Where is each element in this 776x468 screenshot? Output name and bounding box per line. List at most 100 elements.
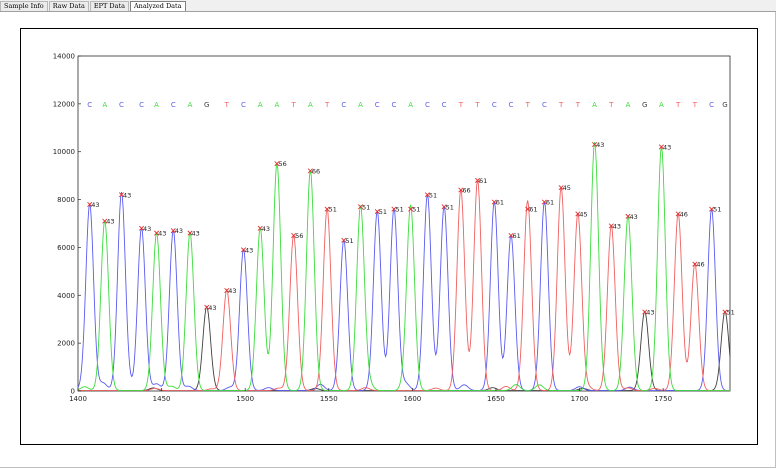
chromatogram-chart: C 43 A 43 C 43 C 43 A 43 C 43 A 43 G 43 T 43 C 43 A 43 A 56 T 56 A… — [53, 53, 735, 404]
quality-label-19: 51 — [412, 206, 420, 214]
quality-label-26: 61 — [529, 206, 537, 214]
base-call-17: C — [375, 101, 380, 109]
base-call-18: C — [392, 101, 397, 109]
base-call-15: C — [341, 101, 346, 109]
base-call-10: A — [258, 101, 263, 109]
base-call-33: G — [642, 101, 647, 109]
base-call-34: A — [659, 101, 664, 109]
base-call-3: C — [139, 101, 144, 109]
base-call-27: C — [542, 101, 547, 109]
quality-label-27: 61 — [546, 198, 554, 206]
x-tick-label-7: 1750 — [654, 395, 672, 403]
tab-ept-data[interactable]: EPT Data — [89, 1, 129, 11]
quality-label-13: 66 — [312, 167, 320, 175]
base-call-13: A — [308, 101, 313, 109]
quality-label-28: 45 — [563, 184, 571, 192]
y-tick-label-7: 14000 — [53, 53, 75, 61]
quality-label-30: 43 — [596, 141, 604, 149]
base-call-38: G — [722, 101, 727, 109]
base-call-8: T — [224, 101, 230, 109]
quality-label-7: 43 — [208, 304, 216, 312]
x-tick-label-3: 1550 — [320, 395, 338, 403]
quality-label-5: 43 — [175, 227, 183, 235]
quality-label-3: 43 — [143, 225, 151, 233]
quality-label-8: 43 — [228, 287, 236, 295]
base-call-2: C — [119, 101, 124, 109]
base-call-25: C — [509, 101, 514, 109]
chart-frame: C 43 A 43 C 43 C 43 A 43 C 43 A 43 G 43 T 43 C 43 A 43 A 56 T 56 A… — [20, 28, 758, 445]
base-call-37: C — [709, 101, 714, 109]
quality-label-0: 43 — [91, 201, 99, 209]
base-call-1: A — [102, 101, 107, 109]
y-tick-label-3: 6000 — [57, 244, 75, 252]
base-call-14: T — [324, 101, 330, 109]
quality-label-29: 45 — [579, 210, 587, 218]
base-call-16: A — [358, 101, 363, 109]
x-tick-label-5: 1650 — [487, 395, 505, 403]
quality-label-6: 43 — [192, 230, 200, 238]
y-tick-label-4: 8000 — [57, 196, 75, 204]
quality-label-20: 51 — [429, 191, 437, 199]
quality-label-32: 43 — [630, 213, 638, 221]
quality-label-10: 43 — [262, 225, 270, 233]
base-call-11: A — [275, 101, 280, 109]
quality-label-2: 43 — [123, 191, 131, 199]
base-call-28: T — [558, 101, 564, 109]
y-tick-label-5: 10000 — [53, 148, 75, 156]
base-call-21: C — [442, 101, 447, 109]
quality-label-36: 46 — [696, 261, 704, 269]
base-call-22: T — [458, 101, 464, 109]
quality-label-4: 43 — [158, 230, 166, 238]
base-call-6: A — [188, 101, 193, 109]
x-tick-label-0: 1400 — [69, 395, 87, 403]
tab-analyzed-data[interactable]: Analyzed Data — [129, 1, 186, 11]
quality-label-1: 43 — [106, 218, 114, 226]
y-tick-label-6: 12000 — [53, 100, 75, 108]
tab-sample-info[interactable]: Sample Info — [0, 1, 48, 11]
base-call-32: A — [626, 101, 631, 109]
base-call-35: T — [675, 101, 681, 109]
base-call-23: T — [474, 101, 480, 109]
quality-label-14: 51 — [329, 206, 337, 214]
base-call-36: T — [692, 101, 698, 109]
analyzed-data-panel: C 43 A 43 C 43 C 43 A 43 C 43 A 43 G 43 T 43 C 43 A 43 A 56 T 56 A… — [0, 12, 776, 468]
base-call-7: G — [204, 101, 209, 109]
quality-label-37: 51 — [713, 206, 721, 214]
base-call-5: C — [171, 101, 176, 109]
quality-label-34: 43 — [663, 143, 671, 151]
x-tick-label-4: 1600 — [403, 395, 421, 403]
base-call-4: A — [154, 101, 159, 109]
quality-label-18: 51 — [395, 206, 403, 214]
x-tick-label-1: 1450 — [153, 395, 171, 403]
quality-label-38: 51 — [726, 309, 734, 317]
base-call-30: A — [592, 101, 597, 109]
quality-label-24: 61 — [496, 198, 504, 206]
quality-label-9: 43 — [245, 246, 253, 254]
base-call-29: T — [575, 101, 581, 109]
quality-label-15: 51 — [345, 237, 353, 245]
quality-label-16: 51 — [362, 203, 370, 211]
tab-raw-data[interactable]: Raw Data — [48, 1, 89, 11]
quality-label-33: 43 — [646, 309, 654, 317]
quality-label-11: 56 — [278, 160, 286, 168]
quality-label-23: 61 — [479, 177, 487, 185]
base-call-26: T — [525, 101, 531, 109]
x-tick-label-2: 1500 — [236, 395, 254, 403]
tab-bar: Sample Info Raw Data EPT Data Analyzed D… — [0, 0, 776, 12]
quality-label-12: 56 — [295, 232, 303, 240]
quality-label-17: 51 — [379, 208, 387, 216]
base-call-12: T — [291, 101, 297, 109]
x-tick-label-6: 1700 — [571, 395, 589, 403]
quality-label-25: 61 — [512, 232, 520, 240]
y-tick-label-2: 4000 — [57, 292, 75, 300]
quality-label-21: 51 — [446, 203, 454, 211]
base-call-31: T — [608, 101, 614, 109]
quality-label-31: 43 — [613, 222, 621, 230]
base-call-20: C — [425, 101, 430, 109]
base-call-24: C — [492, 101, 497, 109]
base-call-0: C — [87, 101, 92, 109]
quality-label-22: 66 — [462, 187, 470, 195]
base-call-9: C — [241, 101, 246, 109]
y-tick-label-1: 2000 — [57, 340, 75, 348]
base-call-19: A — [408, 101, 413, 109]
